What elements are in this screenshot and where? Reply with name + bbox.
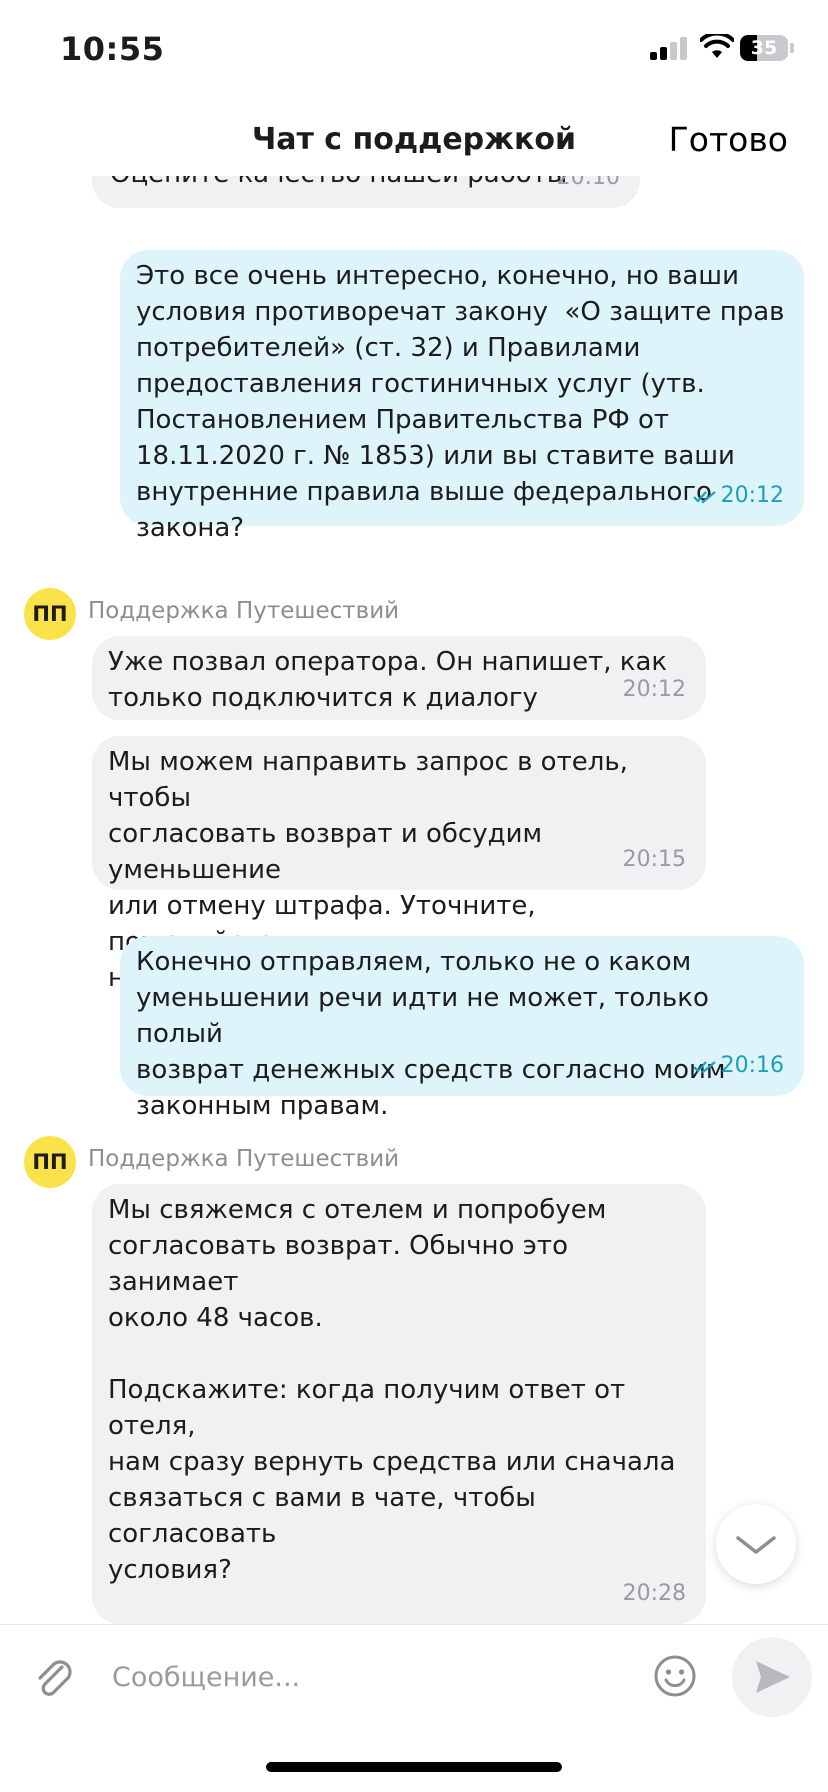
message-composer xyxy=(0,1624,828,1744)
status-bar: 10:55 35 xyxy=(0,0,828,100)
battery-icon: 35 xyxy=(740,35,788,61)
message-text: Мы свяжемся с отелем и попробуем согласо… xyxy=(108,1195,676,1585)
message-time: 20:28 xyxy=(622,1581,686,1606)
status-time: 10:55 xyxy=(60,30,165,68)
wifi-icon xyxy=(700,34,734,58)
avatar[interactable]: ПП xyxy=(24,1136,76,1188)
message-bubble-outgoing[interactable]: Конечно отправляем, только не о каком ум… xyxy=(120,936,804,1121)
smiley-icon[interactable] xyxy=(652,1653,698,1699)
home-indicator[interactable] xyxy=(266,1762,562,1772)
message-text: Это все очень интересно, конечно, но ваш… xyxy=(136,261,785,543)
chat-header: Чат с поддержкой Готово xyxy=(0,100,828,176)
paperclip-icon[interactable] xyxy=(30,1653,78,1701)
avatar[interactable]: ПП xyxy=(24,588,76,640)
message-time: 20:15 xyxy=(622,847,686,872)
message-bubble-incoming[interactable]: Уже позвал оператора. Он напишет, как то… xyxy=(92,636,706,720)
message-time: 20:16 xyxy=(720,1053,784,1078)
battery-level: 35 xyxy=(750,37,778,59)
chat-messages[interactable]: Оцените качество нашей работы 20:10 Это … xyxy=(0,170,828,1624)
message-text: Конечно отправляем, только не о каком ум… xyxy=(136,947,726,1121)
done-button[interactable]: Готово xyxy=(669,120,788,159)
send-icon xyxy=(756,1661,790,1693)
sender-name: Поддержка Путешествий xyxy=(88,598,400,624)
message-time-block: 20:16 xyxy=(692,1048,784,1084)
message-time: 20:12 xyxy=(622,677,686,702)
scroll-down-button[interactable] xyxy=(716,1504,796,1584)
sender-name: Поддержка Путешествий xyxy=(88,1146,400,1172)
message-text: Уже позвал оператора. Он напишет, как то… xyxy=(108,647,668,713)
message-time: 20:12 xyxy=(720,483,784,508)
send-button[interactable] xyxy=(732,1637,812,1717)
message-time-block: 20:12 xyxy=(692,478,784,514)
cellular-signal-icon xyxy=(650,36,690,60)
double-check-icon xyxy=(692,1061,716,1074)
chevron-down-icon xyxy=(736,1536,776,1554)
message-input[interactable] xyxy=(112,1651,632,1703)
battery-nub xyxy=(790,43,794,53)
double-check-icon xyxy=(692,491,716,504)
message-bubble-outgoing[interactable]: Это все очень интересно, конечно, но ваш… xyxy=(120,250,804,543)
message-bubble-incoming[interactable]: Мы свяжемся с отелем и попробуем согласо… xyxy=(92,1184,706,1624)
message-bubble-incoming[interactable]: Мы можем направить запрос в отель, чтобы… xyxy=(92,736,706,993)
